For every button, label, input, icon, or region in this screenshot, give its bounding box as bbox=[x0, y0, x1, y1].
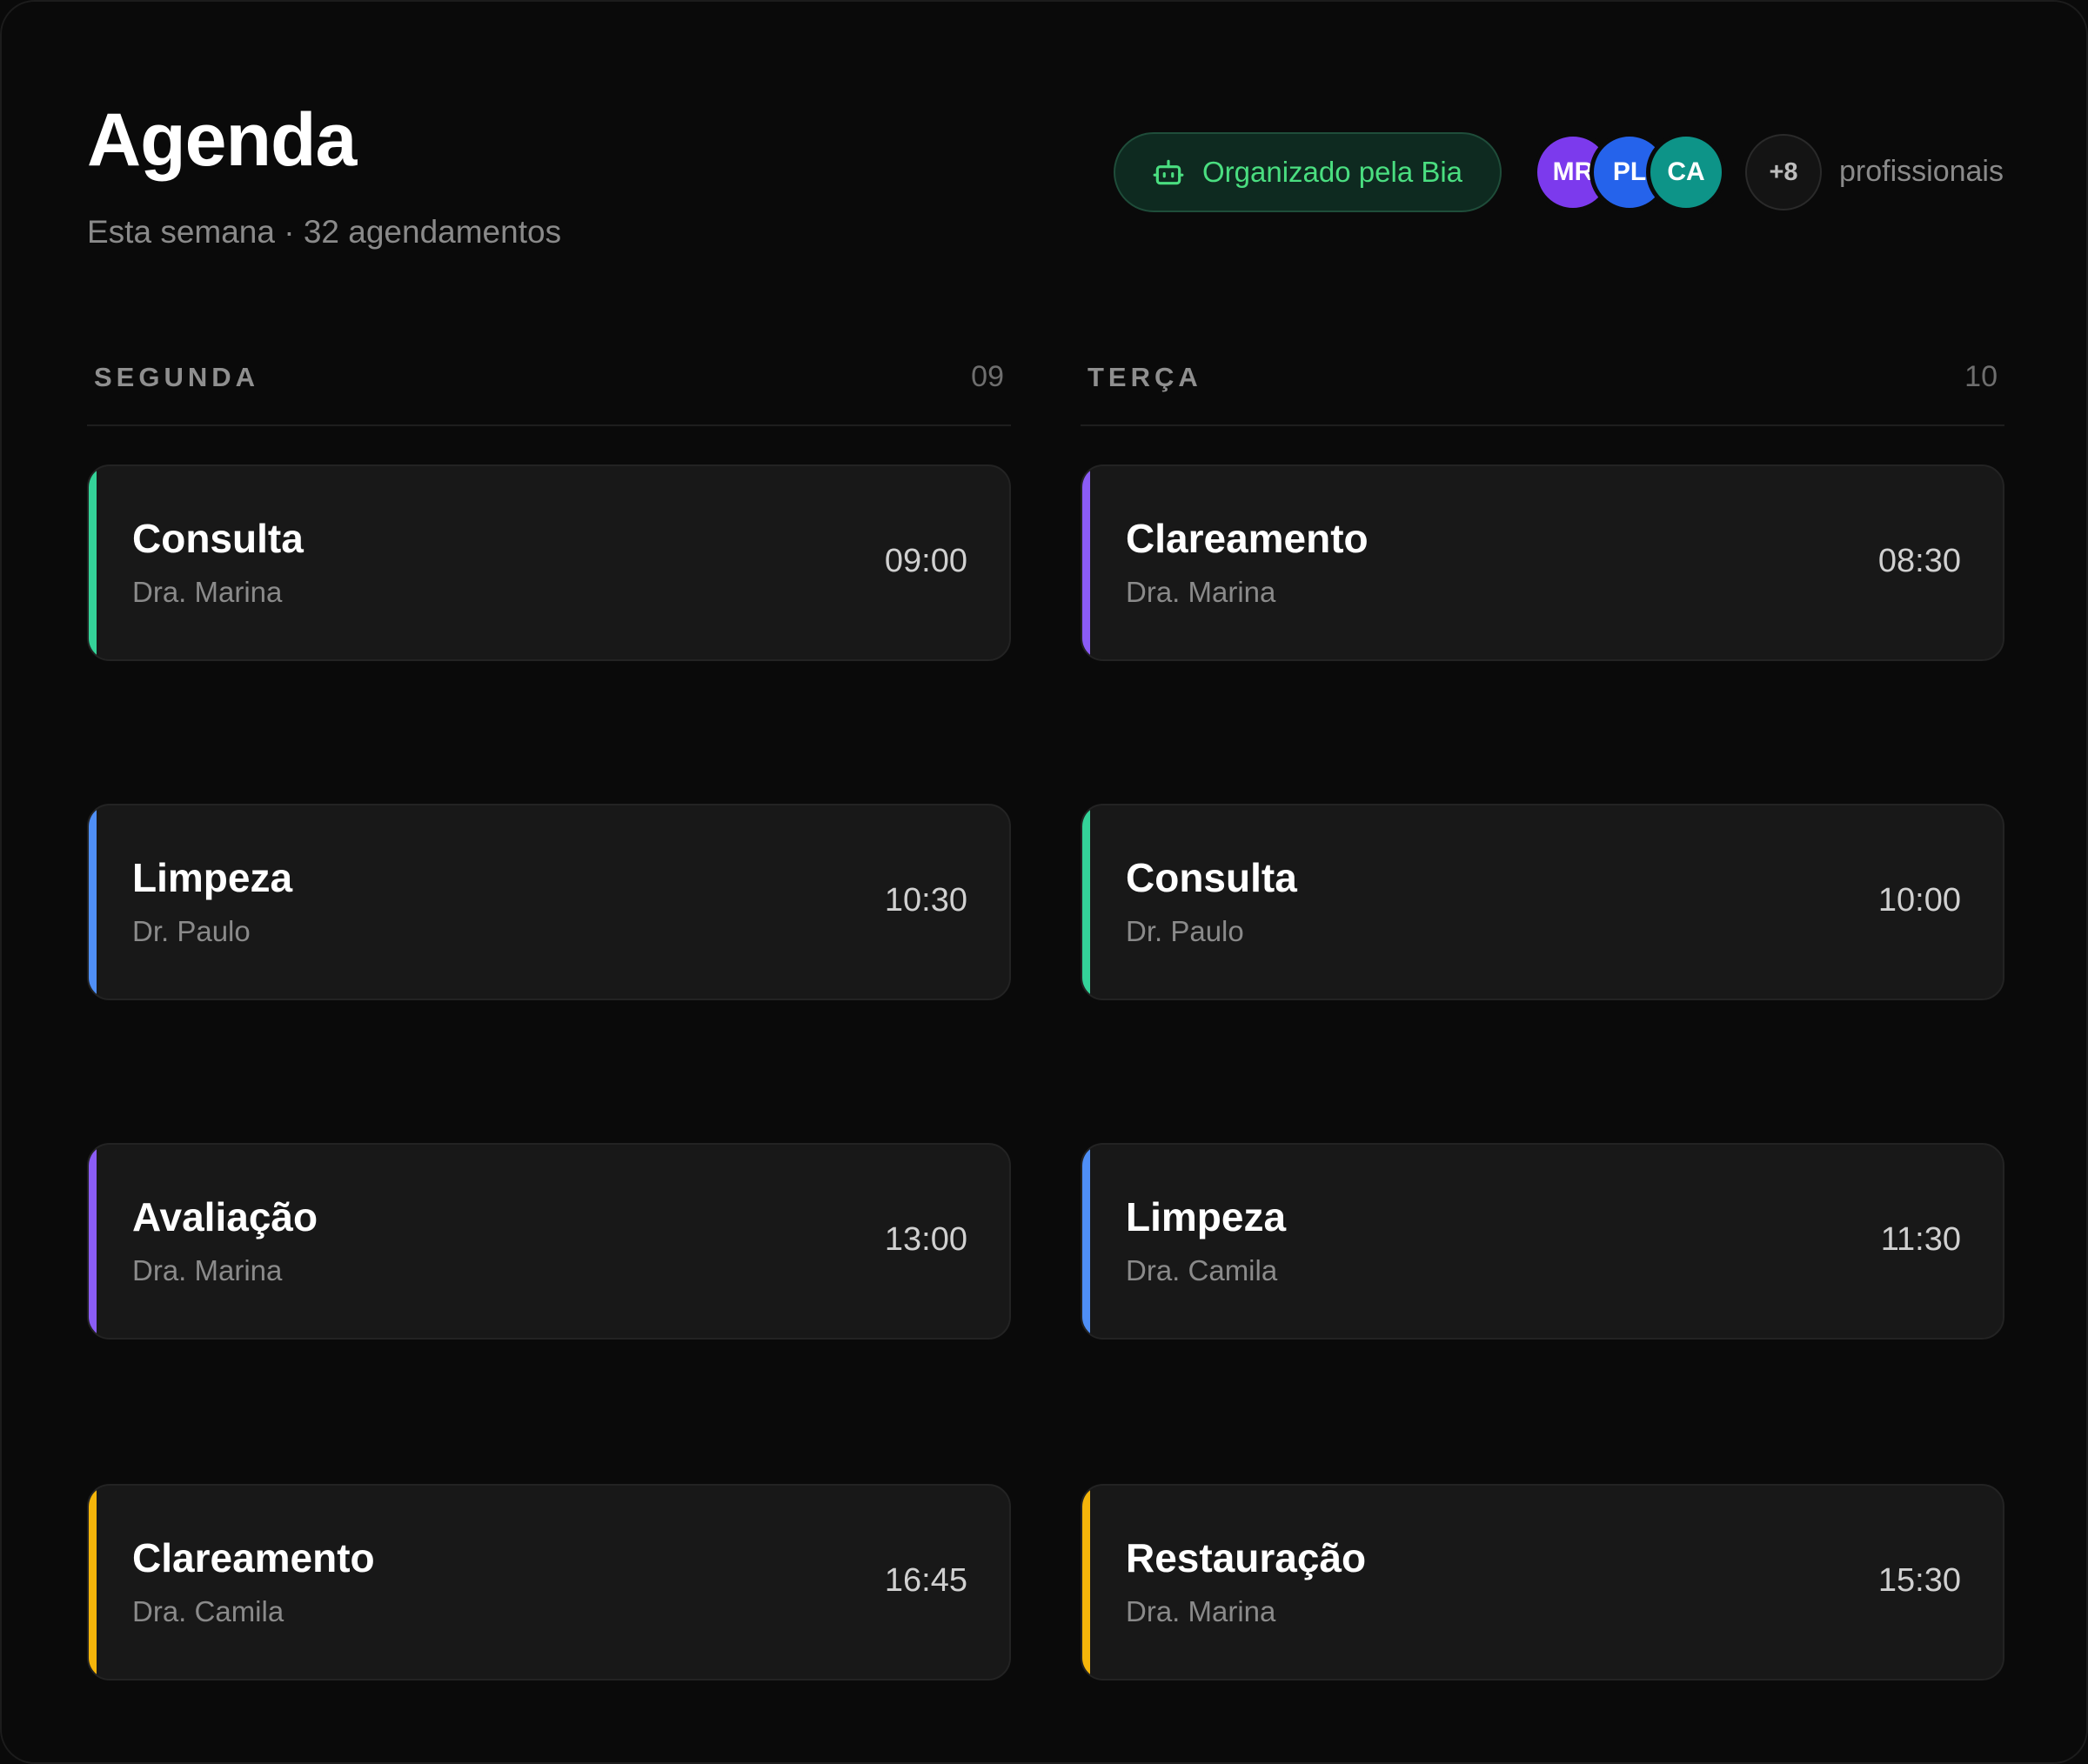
status-stripe bbox=[1082, 805, 1090, 999]
appointment-card[interactable]: Consulta Dra. Marina 09:00 bbox=[87, 464, 1011, 661]
appointment-card[interactable]: Clareamento Dra. Marina 08:30 bbox=[1081, 464, 2004, 661]
appointment-time: 13:00 bbox=[884, 1221, 967, 1258]
appointment-time: 10:00 bbox=[1877, 882, 1961, 919]
service-name: Limpeza bbox=[1126, 1194, 1287, 1239]
appointment-time: 11:30 bbox=[1880, 1221, 1961, 1258]
appointment-card[interactable]: Avaliação Dra. Marina 13:00 bbox=[87, 1143, 1011, 1340]
professional-name: Dra. Marina bbox=[132, 1254, 283, 1286]
status-stripe bbox=[1082, 466, 1090, 659]
status-stripe bbox=[89, 805, 97, 999]
day-header-tuesday: TERÇA 10 bbox=[1081, 357, 2004, 426]
appointment-time: 09:00 bbox=[884, 543, 967, 579]
robot-icon bbox=[1153, 159, 1184, 185]
avatar-initials: CA bbox=[1667, 157, 1705, 186]
appointment-time: 10:30 bbox=[884, 882, 967, 919]
professionals-label: profissionais bbox=[1839, 155, 2004, 188]
appointment-card[interactable]: Consulta Dr. Paulo 10:00 bbox=[1081, 804, 2004, 1000]
service-name: Consulta bbox=[1126, 855, 1297, 900]
appointment-card[interactable]: Limpeza Dra. Camila 11:30 bbox=[1081, 1143, 2004, 1340]
service-name: Limpeza bbox=[132, 855, 293, 900]
appointment-card[interactable]: Clareamento Dra. Camila 16:45 bbox=[87, 1484, 1011, 1680]
professional-name: Dra. Marina bbox=[1126, 576, 1276, 608]
avatar[interactable]: CA bbox=[1646, 132, 1726, 212]
organized-by-bia-badge[interactable]: Organizado pela Bia bbox=[1114, 132, 1502, 212]
avatar-initials: PL bbox=[1612, 157, 1647, 186]
professional-name: Dra. Marina bbox=[1126, 1595, 1276, 1627]
day-header-monday: SEGUNDA 09 bbox=[87, 357, 1011, 426]
status-stripe bbox=[89, 466, 97, 659]
badge-label: Organizado pela Bia bbox=[1202, 156, 1463, 188]
service-name: Restauração bbox=[1126, 1535, 1367, 1580]
professional-name: Dra. Camila bbox=[1126, 1254, 1278, 1286]
status-stripe bbox=[1082, 1486, 1090, 1679]
status-stripe bbox=[89, 1145, 97, 1338]
appointment-card[interactable]: Limpeza Dr. Paulo 10:30 bbox=[87, 804, 1011, 1000]
status-stripe bbox=[1082, 1145, 1090, 1338]
appointment-card[interactable]: Restauração Dra. Marina 15:30 bbox=[1081, 1484, 2004, 1680]
appointment-time: 15:30 bbox=[1877, 1562, 1961, 1599]
service-name: Avaliação bbox=[132, 1194, 318, 1239]
day-name: TERÇA bbox=[1088, 362, 1202, 392]
agenda-panel: Agenda Esta semana · 32 agendamentos Org… bbox=[0, 0, 2088, 1764]
avatar-initials: MR bbox=[1552, 157, 1594, 186]
more-professionals-button[interactable]: +8 bbox=[1745, 134, 1822, 210]
day-number: 09 bbox=[971, 360, 1004, 393]
appointment-time: 08:30 bbox=[1877, 543, 1961, 579]
day-number: 10 bbox=[1964, 360, 1998, 393]
professional-name: Dr. Paulo bbox=[1126, 915, 1244, 947]
page-title: Agenda bbox=[87, 98, 357, 182]
appointment-time: 16:45 bbox=[884, 1562, 967, 1599]
day-name: SEGUNDA bbox=[94, 362, 260, 392]
professional-name: Dra. Marina bbox=[132, 576, 283, 608]
service-name: Clareamento bbox=[132, 1535, 375, 1580]
professional-name: Dr. Paulo bbox=[132, 915, 251, 947]
page-subtitle: Esta semana · 32 agendamentos bbox=[87, 214, 562, 250]
status-stripe bbox=[89, 1486, 97, 1679]
service-name: Consulta bbox=[132, 516, 304, 561]
professional-name: Dra. Camila bbox=[132, 1595, 284, 1627]
service-name: Clareamento bbox=[1126, 516, 1369, 561]
